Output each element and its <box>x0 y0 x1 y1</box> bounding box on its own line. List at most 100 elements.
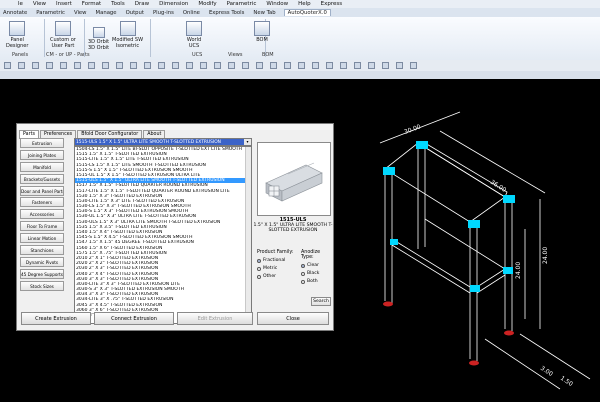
connect-extrusion-button[interactable]: Connect Extrusion <box>94 312 174 325</box>
panel-designer-button[interactable]: Panel Designer <box>6 21 28 49</box>
tool-icon[interactable] <box>186 62 193 69</box>
tool-icon[interactable] <box>88 62 95 69</box>
category-button[interactable]: Fasteners <box>20 197 64 208</box>
tool-icon[interactable] <box>340 62 347 69</box>
tool-icon[interactable] <box>18 62 25 69</box>
tool-icon[interactable] <box>284 62 291 69</box>
menu-item[interactable]: View <box>33 1 46 7</box>
menu-item[interactable]: Format <box>82 1 101 7</box>
chevron-down-icon[interactable]: ▾ <box>244 139 251 145</box>
tool-icon[interactable] <box>200 62 207 69</box>
ribbon-tab[interactable]: Annotate <box>2 10 28 16</box>
bom-icon <box>254 21 270 36</box>
tool-icon[interactable] <box>298 62 305 69</box>
category-button[interactable]: Brackets/Gussets <box>20 173 64 184</box>
tool-icon[interactable] <box>60 62 67 69</box>
tool-icon[interactable] <box>158 62 165 69</box>
tool-icon[interactable] <box>382 62 389 69</box>
custom-part-button[interactable]: Custom or User Part <box>50 21 76 49</box>
tool-icon[interactable] <box>326 62 333 69</box>
category-button[interactable]: Dynamic Pivots <box>20 256 64 267</box>
tool-icon[interactable] <box>4 62 11 69</box>
search-button[interactable]: Search <box>311 297 331 306</box>
orbit-3d-button-b[interactable]: 3D Orbit <box>88 45 109 51</box>
list-scrollbar[interactable] <box>245 147 251 323</box>
radio-option[interactable]: Both <box>301 279 333 284</box>
tool-icon[interactable] <box>130 62 137 69</box>
menu-item[interactable]: Insert <box>56 1 72 7</box>
radio-icon[interactable] <box>257 266 261 271</box>
ribbon-tab[interactable]: Manage <box>95 10 118 16</box>
tool-icon[interactable] <box>410 62 417 69</box>
tool-icon[interactable] <box>242 62 249 69</box>
bom-button-label: BOM <box>256 37 268 43</box>
category-button[interactable]: 45 Degree Supports <box>20 268 64 279</box>
radio-icon[interactable] <box>301 279 305 284</box>
radio-label: Fractional <box>263 258 286 263</box>
custom-part-icon <box>54 21 71 36</box>
radio-icon[interactable] <box>257 274 261 279</box>
category-button[interactable]: Linear Motion <box>20 233 64 244</box>
tool-icon[interactable] <box>46 62 53 69</box>
orbit-3d-button-a[interactable]: 3D Orbit <box>88 27 109 45</box>
list-item[interactable]: 1517-LITE 1.5" X 1.5" T-SLOTTED QUARTER … <box>75 189 251 194</box>
bom-button[interactable]: BOM <box>254 21 270 43</box>
radio-icon[interactable] <box>301 263 305 268</box>
radio-option[interactable]: Clear <box>301 263 333 268</box>
category-button[interactable]: Floor To Frame <box>20 221 64 232</box>
tool-icon[interactable] <box>312 62 319 69</box>
world-ucs-button[interactable]: World UCS <box>186 21 202 49</box>
ribbon-tab[interactable]: View <box>73 10 88 16</box>
menu-item[interactable]: Window <box>266 1 288 7</box>
radio-label: Metric <box>263 266 278 271</box>
tool-icon[interactable] <box>74 62 81 69</box>
ribbon-tab[interactable]: AutoQuoterX.0 <box>283 9 331 16</box>
menu-item[interactable]: Draw <box>135 1 149 7</box>
menu-item[interactable]: Tools <box>111 1 125 7</box>
menu-item[interactable]: Help <box>298 1 311 7</box>
radio-icon[interactable] <box>257 258 261 263</box>
product-family-group: Product Family: Fractional Metric Other <box>257 250 293 279</box>
ribbon-tab[interactable]: Online <box>182 10 201 16</box>
tool-icon[interactable] <box>368 62 375 69</box>
tool-icon[interactable] <box>396 62 403 69</box>
radio-option[interactable]: Fractional <box>257 258 293 263</box>
ribbon-tab[interactable]: New Tab <box>252 10 276 16</box>
tool-icon[interactable] <box>172 62 179 69</box>
part-dropdown[interactable]: 1515-ULS 1.5" X 1.5" ULTRA LITE SMOOTH T… <box>74 138 252 146</box>
tool-icon[interactable] <box>102 62 109 69</box>
category-button[interactable]: Door and Panel Parts <box>20 185 64 196</box>
ribbon-tab[interactable]: Plug-ins <box>152 10 175 16</box>
tool-icon[interactable] <box>256 62 263 69</box>
radio-option[interactable]: Other <box>257 274 293 279</box>
tool-icon[interactable] <box>32 62 39 69</box>
category-button[interactable]: Accessories <box>20 209 64 220</box>
ribbon-tab[interactable]: Express Tools <box>208 10 245 16</box>
category-button[interactable]: Extrusion <box>20 138 64 148</box>
tool-icon[interactable] <box>228 62 235 69</box>
ribbon-tab[interactable]: Output <box>125 10 145 16</box>
menu-item[interactable]: Modify <box>198 1 216 7</box>
ribbon-tab[interactable]: Parametric <box>35 10 66 16</box>
menu-item[interactable]: Parametric <box>227 1 257 7</box>
tool-icon[interactable] <box>116 62 123 69</box>
create-extrusion-button[interactable]: Create Extrusion <box>21 312 91 325</box>
edit-extrusion-button[interactable]: Edit Extrusion <box>177 312 253 325</box>
menu-item[interactable]: le <box>18 1 23 7</box>
tool-icon[interactable] <box>214 62 221 69</box>
tool-icon[interactable] <box>144 62 151 69</box>
close-button[interactable]: Close <box>257 312 329 325</box>
category-button[interactable]: Joining Plates <box>20 149 64 160</box>
category-button[interactable]: Manifold <box>20 161 64 172</box>
category-button[interactable]: Stock Sizes <box>20 280 64 291</box>
modified-sw-isometric-button[interactable]: Modified SW Isometric <box>112 21 143 49</box>
category-button[interactable]: Stanchions <box>20 245 64 256</box>
radio-option[interactable]: Metric <box>257 266 293 271</box>
menu-item[interactable]: Express <box>321 1 342 7</box>
radio-option[interactable]: Black <box>301 271 333 276</box>
menu-item[interactable]: Dimension <box>159 1 188 7</box>
part-list[interactable]: 1504-LS 1.5" X 1.5" LITE BI-SLOT OPPOSIT… <box>74 146 252 324</box>
tool-icon[interactable] <box>354 62 361 69</box>
tool-icon[interactable] <box>270 62 277 69</box>
radio-icon[interactable] <box>301 271 305 276</box>
